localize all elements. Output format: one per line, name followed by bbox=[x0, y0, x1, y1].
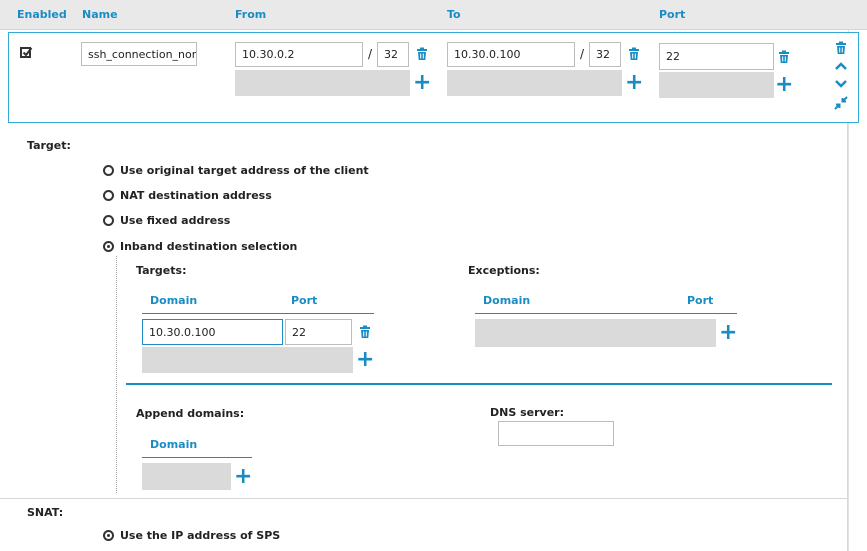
target-option-fixed[interactable]: Use fixed address bbox=[103, 214, 230, 227]
exceptions-new-entry[interactable] bbox=[475, 319, 716, 347]
dns-server-label: DNS server: bbox=[490, 406, 564, 419]
to-mask-input[interactable]: 32 bbox=[589, 42, 621, 67]
append-domain-new-entry[interactable] bbox=[142, 463, 231, 490]
from-slash: / bbox=[368, 47, 373, 61]
radio-icon bbox=[103, 165, 114, 176]
target-label: Target: bbox=[27, 139, 71, 152]
target-option-original[interactable]: Use original target address of the clien… bbox=[103, 164, 369, 177]
from-new-entry[interactable] bbox=[235, 70, 410, 96]
targets-port-header: Port bbox=[291, 294, 318, 307]
dns-server-input[interactable] bbox=[498, 421, 614, 446]
target-option-label: Inband destination selection bbox=[120, 240, 298, 253]
append-domain-add-button[interactable]: + bbox=[234, 466, 252, 488]
port-delete-button[interactable] bbox=[777, 50, 791, 67]
trash-icon bbox=[836, 41, 846, 54]
port-add-button[interactable]: + bbox=[775, 74, 793, 96]
header-enabled: Enabled bbox=[17, 8, 67, 21]
checkbox-checked-icon bbox=[20, 47, 33, 58]
from-ip-input[interactable]: 10.30.0.2 bbox=[235, 42, 363, 67]
to-add-button[interactable]: + bbox=[625, 72, 643, 94]
port-new-entry[interactable] bbox=[659, 72, 774, 98]
target-domain-input[interactable]: 10.30.0.100 bbox=[142, 319, 283, 345]
target-option-label: Use original target address of the clien… bbox=[120, 164, 369, 177]
radio-icon bbox=[103, 190, 114, 201]
target-option-label: NAT destination address bbox=[120, 189, 272, 202]
header-port: Port bbox=[659, 8, 686, 21]
targets-domain-header: Domain bbox=[150, 294, 198, 307]
plus-icon: + bbox=[719, 320, 738, 345]
header-name: Name bbox=[82, 8, 118, 21]
to-delete-button[interactable] bbox=[627, 47, 641, 64]
exceptions-label: Exceptions: bbox=[468, 264, 540, 277]
collapse-icon bbox=[834, 96, 848, 110]
append-domain-header: Domain bbox=[150, 438, 198, 451]
to-ip-input[interactable]: 10.30.0.100 bbox=[447, 42, 575, 67]
target-delete-button[interactable] bbox=[358, 325, 372, 342]
snat-option-sps-ip[interactable]: Use the IP address of SPS bbox=[103, 529, 280, 542]
radio-selected-icon bbox=[103, 530, 114, 541]
header-from: From bbox=[235, 8, 267, 21]
plus-icon: + bbox=[775, 72, 794, 97]
snat-option-label: Use the IP address of SPS bbox=[120, 529, 281, 542]
radio-selected-icon bbox=[103, 241, 114, 252]
append-header-underline bbox=[142, 457, 252, 458]
from-add-button[interactable]: + bbox=[413, 72, 431, 94]
trash-icon bbox=[417, 47, 427, 60]
inband-guide-line bbox=[116, 256, 117, 493]
target-option-label: Use fixed address bbox=[120, 214, 231, 227]
append-domains-label: Append domains: bbox=[136, 407, 245, 420]
target-add-button[interactable]: + bbox=[356, 349, 374, 371]
chevron-down-icon bbox=[835, 80, 847, 88]
plus-icon: + bbox=[625, 70, 644, 95]
exceptions-add-button[interactable]: + bbox=[719, 322, 737, 344]
exceptions-header-underline bbox=[475, 313, 737, 314]
inband-divider bbox=[126, 383, 832, 385]
table-header bbox=[0, 0, 867, 30]
from-delete-button[interactable] bbox=[415, 47, 429, 64]
plus-icon: + bbox=[234, 464, 253, 489]
name-input[interactable]: ssh_connection_nont bbox=[81, 42, 197, 66]
plus-icon: + bbox=[413, 70, 432, 95]
header-to: To bbox=[447, 8, 461, 21]
row-delete-button[interactable] bbox=[834, 41, 848, 58]
snat-label: SNAT: bbox=[27, 506, 64, 519]
targets-header-underline bbox=[142, 313, 374, 314]
targets-label: Targets: bbox=[136, 264, 187, 277]
to-new-entry[interactable] bbox=[447, 70, 622, 96]
snat-separator bbox=[0, 498, 848, 499]
target-port-input[interactable]: 22 bbox=[285, 319, 352, 345]
exceptions-domain-header: Domain bbox=[483, 294, 531, 307]
port-input[interactable]: 22 bbox=[659, 43, 774, 70]
trash-icon bbox=[629, 47, 639, 60]
trash-icon bbox=[360, 325, 370, 338]
target-option-nat[interactable]: NAT destination address bbox=[103, 189, 272, 202]
move-down-button[interactable] bbox=[834, 79, 848, 92]
target-option-inband[interactable]: Inband destination selection bbox=[103, 240, 297, 253]
enabled-checkbox[interactable] bbox=[20, 46, 33, 59]
trash-icon bbox=[779, 50, 789, 63]
plus-icon: + bbox=[356, 347, 375, 372]
target-new-entry[interactable] bbox=[142, 347, 353, 373]
move-up-button[interactable] bbox=[834, 61, 848, 74]
chevron-up-icon bbox=[835, 62, 847, 70]
radio-icon bbox=[103, 215, 114, 226]
to-slash: / bbox=[580, 47, 585, 61]
exceptions-port-header: Port bbox=[687, 294, 714, 307]
collapse-button[interactable] bbox=[834, 96, 848, 113]
from-mask-input[interactable]: 32 bbox=[377, 42, 409, 67]
